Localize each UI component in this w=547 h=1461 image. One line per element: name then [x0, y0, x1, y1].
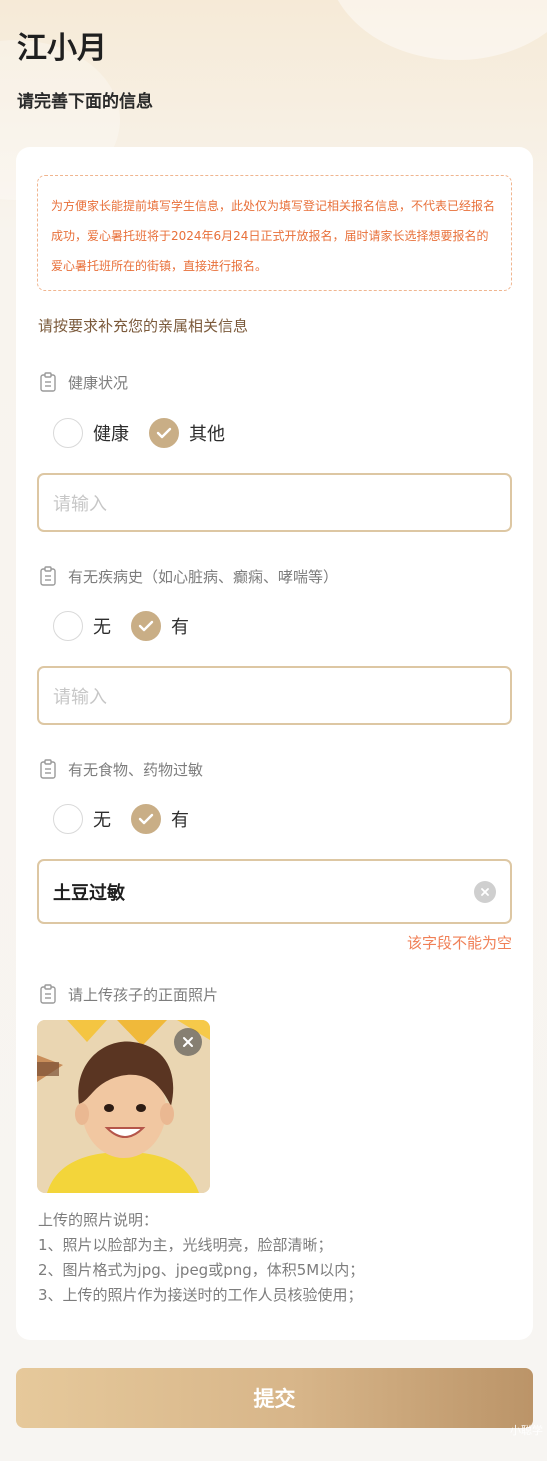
radio-label: 健康 — [93, 424, 129, 445]
photo-label-text: 请上传孩子的正面照片 — [68, 985, 219, 1004]
radio-label: 有 — [171, 810, 189, 831]
health-input-placeholder: 请输入 — [53, 493, 107, 515]
allergy-input-value: 土豆过敏 — [53, 882, 125, 904]
clipboard-icon — [40, 759, 56, 779]
disease-input-placeholder: 请输入 — [53, 686, 107, 708]
radio-label: 有 — [171, 617, 189, 638]
radio-allergy-yes[interactable]: 有 — [131, 804, 189, 834]
radio-label: 无 — [93, 810, 111, 831]
upload-notes-title: 上传的照片说明： — [38, 1211, 159, 1229]
background-decoration — [327, 0, 547, 60]
allergy-label: 有无食物、药物过敏 — [40, 758, 203, 780]
health-input[interactable]: 请输入 — [37, 473, 512, 532]
upload-note-item: 1、照片以脸部为主，光线明亮，脸部清晰； — [38, 1236, 333, 1254]
clear-icon[interactable] — [474, 880, 496, 903]
allergy-input[interactable]: 土豆过敏 — [37, 859, 512, 924]
form-card: 为方便家长能提前填写学生信息，此处仅为填写登记相关报名信息，不代表已经报名成功，… — [16, 147, 533, 1340]
allergy-radio-group: 无 有 — [53, 804, 209, 834]
radio-label: 其他 — [189, 424, 225, 445]
notice-text: 为方便家长能提前填写学生信息，此处仅为填写登记相关报名信息，不代表已经报名成功，… — [51, 199, 496, 273]
submit-button[interactable]: 提交 — [16, 1368, 533, 1428]
upload-note-item: 3、上传的照片作为接送时的工作人员核验使用； — [38, 1286, 363, 1304]
clipboard-icon — [40, 566, 56, 586]
page: 江小月 请完善下面的信息 为方便家长能提前填写学生信息，此处仅为填写登记相关报名… — [0, 0, 547, 1461]
allergy-error-text: 该字段不能为空 — [406, 934, 512, 952]
header: 江小月 请完善下面的信息 — [17, 30, 153, 114]
clipboard-icon — [40, 984, 56, 1004]
disease-radio-group: 无 有 — [53, 611, 209, 641]
clipboard-icon — [40, 372, 56, 392]
radio-unchecked-icon — [53, 418, 83, 448]
close-icon[interactable] — [174, 1028, 202, 1056]
radio-allergy-no[interactable]: 无 — [53, 804, 111, 834]
disease-label: 有无疾病史（如心脏病、癫痫、哮喘等） — [40, 565, 338, 587]
radio-label: 无 — [93, 617, 111, 638]
watermark: 小聪学 — [510, 1424, 543, 1437]
uploaded-photo[interactable] — [37, 1020, 210, 1193]
allergy-label-text: 有无食物、药物过敏 — [68, 760, 204, 779]
check-icon — [131, 611, 161, 641]
radio-health-other[interactable]: 其他 — [149, 418, 225, 448]
section-tip: 请按要求补充您的亲属相关信息 — [38, 317, 249, 335]
radio-disease-yes[interactable]: 有 — [131, 611, 189, 641]
upload-notes: 上传的照片说明： 1、照片以脸部为主，光线明亮，脸部清晰； 2、图片格式为jpg… — [38, 1208, 364, 1308]
radio-unchecked-icon — [53, 804, 83, 834]
health-label: 健康状况 — [40, 371, 128, 393]
upload-note-item: 2、图片格式为jpg、jpeg或png，体积5M以内； — [38, 1261, 365, 1279]
health-label-text: 健康状况 — [68, 373, 129, 392]
radio-disease-no[interactable]: 无 — [53, 611, 111, 641]
radio-health-healthy[interactable]: 健康 — [53, 418, 129, 448]
disease-input[interactable]: 请输入 — [37, 666, 512, 725]
page-title: 江小月 — [17, 31, 107, 66]
radio-unchecked-icon — [53, 611, 83, 641]
check-icon — [131, 804, 161, 834]
disease-label-text: 有无疾病史（如心脏病、癫痫、哮喘等） — [68, 567, 339, 586]
notice-box: 为方便家长能提前填写学生信息，此处仅为填写登记相关报名信息，不代表已经报名成功，… — [37, 175, 512, 291]
photo-label: 请上传孩子的正面照片 — [40, 983, 218, 1005]
health-radio-group: 健康 其他 — [53, 418, 245, 448]
page-subtitle: 请完善下面的信息 — [17, 92, 153, 112]
check-icon — [149, 418, 179, 448]
